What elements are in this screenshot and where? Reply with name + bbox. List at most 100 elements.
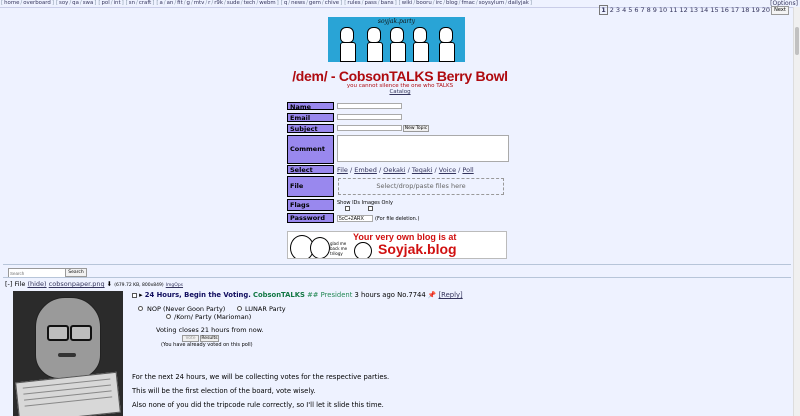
nav-link[interactable]: a <box>159 0 162 6</box>
next-page-button[interactable]: Next <box>771 6 789 15</box>
nav-link[interactable]: overboard <box>23 0 51 6</box>
page-link-1[interactable]: 1 <box>599 5 608 15</box>
hide-file-link[interactable]: (hide) <box>27 280 46 288</box>
page-link-8[interactable]: 8 <box>647 6 651 14</box>
nav-link[interactable]: fit <box>177 0 183 6</box>
nav-link[interactable]: swa <box>83 0 94 6</box>
poll-results-button[interactable]: Results <box>200 335 219 342</box>
nav-link[interactable]: sude <box>227 0 240 6</box>
select-link-file[interactable]: File <box>337 166 348 174</box>
nav-link[interactable]: pol <box>101 0 109 6</box>
nav-link[interactable]: irc <box>436 0 443 6</box>
page-link-9[interactable]: 9 <box>653 6 657 14</box>
banner-figure <box>340 27 356 62</box>
page-link-10[interactable]: 10 <box>659 6 667 14</box>
page-link-20[interactable]: 20 <box>762 6 770 14</box>
thread-thumbnail[interactable] <box>13 291 123 416</box>
page-link-18[interactable]: 18 <box>741 6 749 14</box>
nav-separator: / <box>377 0 380 6</box>
nav-link[interactable]: qa <box>72 0 79 6</box>
nav-link[interactable]: g <box>187 0 190 6</box>
file-dropzone[interactable]: Select/drop/paste files here <box>338 178 504 195</box>
nav-link[interactable]: fmac <box>461 0 474 6</box>
nav-link[interactable]: q <box>284 0 287 6</box>
ad-banner[interactable]: glad me back me trilogy Your very own bl… <box>287 231 507 259</box>
poll-radio-lunar[interactable] <box>237 306 242 311</box>
poll-vote-button[interactable]: Vote <box>182 335 199 342</box>
nav-link[interactable]: news <box>291 0 305 6</box>
nav-link[interactable]: wiki <box>402 0 413 6</box>
page-link-7[interactable]: 7 <box>640 6 644 14</box>
nav-link[interactable]: soy <box>59 0 68 6</box>
imgops-link[interactable]: ImgOps <box>166 283 183 288</box>
page-link-2[interactable]: 2 <box>610 6 614 14</box>
images-only-checkbox[interactable] <box>368 206 373 211</box>
poll-radio-korn[interactable] <box>166 314 171 319</box>
scrollbar-thumb[interactable] <box>795 27 799 55</box>
post-number[interactable]: No.7744 <box>397 291 426 299</box>
page-link-13[interactable]: 13 <box>690 6 698 14</box>
arrow-icon[interactable]: ▸ <box>139 291 142 299</box>
nav-link[interactable]: rules <box>347 0 360 6</box>
page-link-6[interactable]: 6 <box>634 6 638 14</box>
nav-link[interactable]: pass <box>364 0 376 6</box>
download-icon[interactable]: ⬇ <box>107 280 112 288</box>
password-note: (For file deletion.) <box>375 216 420 222</box>
password-input[interactable] <box>337 215 373 222</box>
nav-link[interactable]: dailyjak <box>508 0 529 6</box>
nav-link[interactable]: mtv <box>194 0 205 6</box>
nav-link[interactable]: int <box>114 0 121 6</box>
nav-link[interactable]: soysylum <box>479 0 504 6</box>
nav-link[interactable]: chive <box>325 0 339 6</box>
page-link-4[interactable]: 4 <box>622 6 626 14</box>
nav-separator: / <box>69 0 72 6</box>
comment-textarea[interactable] <box>337 135 509 162</box>
page-link-16[interactable]: 16 <box>721 6 729 14</box>
select-link-poll[interactable]: Poll <box>462 166 473 174</box>
new-topic-button[interactable]: New Topic <box>403 125 429 132</box>
file-name-link[interactable]: cobsonpaper.png <box>49 280 105 288</box>
nav-link[interactable]: an <box>167 0 174 6</box>
page-link-11[interactable]: 11 <box>669 6 677 14</box>
select-link-embed[interactable]: Embed <box>354 166 377 174</box>
collapse-icon[interactable]: [-] <box>5 280 12 288</box>
flags-label: Flags <box>287 199 334 211</box>
select-link-voice[interactable]: Voice <box>439 166 456 174</box>
email-label: Email <box>287 113 334 122</box>
nav-link[interactable]: gem <box>309 0 321 6</box>
select-link-tegaki[interactable]: Tegaki <box>412 166 433 174</box>
ad-small-text: glad me back me trilogy <box>330 241 348 256</box>
page-link-19[interactable]: 19 <box>751 6 759 14</box>
nav-link[interactable]: craft <box>139 0 151 6</box>
nav-separator: / <box>163 0 166 6</box>
page-link-14[interactable]: 14 <box>700 6 708 14</box>
poll-option-korn: /Korn/ Party (Marioman) <box>174 313 252 321</box>
post-select-checkbox[interactable] <box>132 293 137 298</box>
subject-input[interactable] <box>337 125 402 131</box>
nav-separator: / <box>240 0 243 6</box>
nav-link[interactable]: bans <box>381 0 394 6</box>
page-link-17[interactable]: 17 <box>731 6 739 14</box>
name-input[interactable] <box>337 103 402 109</box>
nav-link[interactable]: webm <box>259 0 275 6</box>
poll-radio-nop[interactable] <box>138 306 143 311</box>
search-button[interactable]: Search <box>65 268 87 277</box>
reply-link[interactable]: [Reply] <box>439 291 463 299</box>
email-input[interactable] <box>337 114 402 120</box>
nav-link[interactable]: home <box>4 0 19 6</box>
nav-link[interactable]: blog <box>446 0 458 6</box>
nav-link[interactable]: sn <box>129 0 135 6</box>
show-ids-checkbox[interactable] <box>345 206 350 211</box>
nav-link[interactable]: r9k <box>214 0 223 6</box>
page-link-12[interactable]: 12 <box>679 6 687 14</box>
nav-link[interactable]: tech <box>244 0 256 6</box>
nav-link[interactable]: booru <box>416 0 432 6</box>
page-link-15[interactable]: 15 <box>710 6 718 14</box>
page-link-3[interactable]: 3 <box>616 6 620 14</box>
catalog-link[interactable]: Catalog <box>0 89 800 95</box>
nav-separator: / <box>443 0 446 6</box>
nav-separator: / <box>79 0 82 6</box>
nav-separator: / <box>20 0 23 6</box>
page-link-5[interactable]: 5 <box>628 6 632 14</box>
select-link-oekaki[interactable]: Oekaki <box>383 166 405 174</box>
